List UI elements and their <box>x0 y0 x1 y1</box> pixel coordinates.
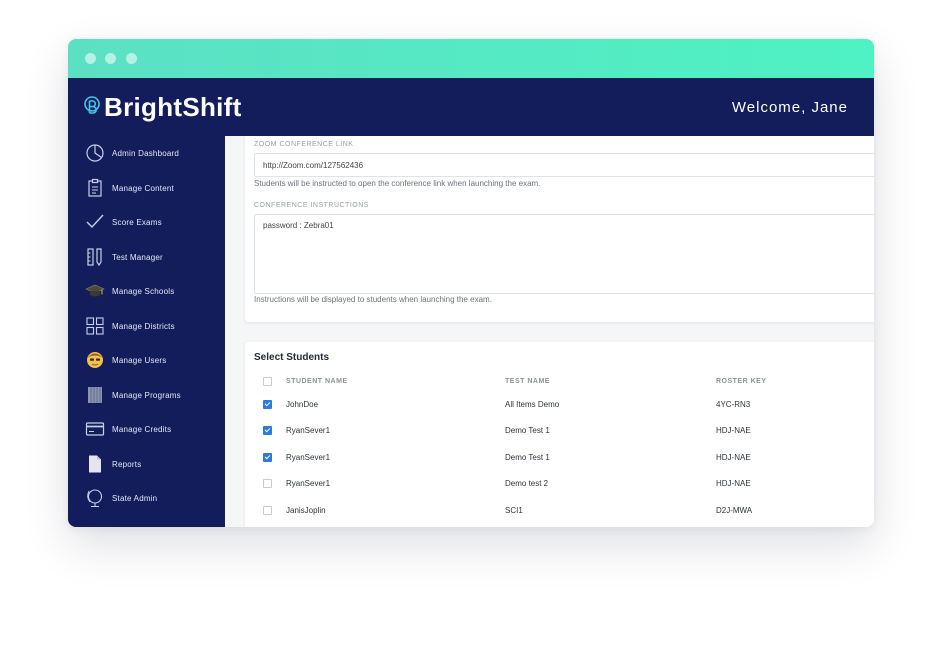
student-name-cell: RyanSever1 <box>286 479 331 488</box>
zoom-link-input[interactable]: http://Zoom.com/127562436 <box>254 153 874 177</box>
window-dot-close[interactable] <box>85 53 96 64</box>
row-checkbox[interactable] <box>263 506 272 515</box>
document-icon <box>89 455 101 473</box>
globe-icon <box>87 489 103 508</box>
conference-instructions-textarea[interactable]: password : Zebra01 <box>254 214 874 294</box>
row-checkbox[interactable] <box>263 479 272 488</box>
sidebar-item-label: Manage Schools <box>112 286 175 296</box>
conference-instructions-help-text: Instructions will be displayed to studen… <box>254 295 492 304</box>
sidebar: Admin Dashboard Manage Content Score Exa… <box>68 136 225 527</box>
student-name-cell: JohnDoe <box>286 400 319 409</box>
sidebar-item-state-admin[interactable]: State Admin <box>68 483 225 513</box>
conference-settings-card: ZOOM CONFERENCE LINK http://Zoom.com/127… <box>245 136 874 322</box>
book-icon <box>88 387 102 403</box>
test-name-cell: Demo test 2 <box>505 479 549 488</box>
app-window: BrightShift Welcome, Jane Admin Dashboar… <box>68 39 874 527</box>
student-name-cell: RyanSever1 <box>286 453 331 462</box>
test-name-cell: Demo Test 1 <box>505 426 550 435</box>
sidebar-item-manage-credits[interactable]: Manage Credits <box>68 414 225 444</box>
test-name-cell: Demo Test 1 <box>505 453 550 462</box>
ruler-pencil-icon <box>87 248 102 267</box>
sidebar-item-label: Test Manager <box>112 252 163 262</box>
sidebar-item-admin-dashboard[interactable]: Admin Dashboard <box>68 138 225 168</box>
row-checkbox[interactable] <box>263 426 272 435</box>
sidebar-item-label: Admin Dashboard <box>112 148 180 158</box>
sidebar-item-label: Manage Credits <box>112 424 172 434</box>
sidebar-item-manage-programs[interactable]: Manage Programs <box>68 380 225 410</box>
row-checkbox[interactable] <box>263 400 272 409</box>
roster-key-cell: HDJ-NAE <box>716 479 751 488</box>
brand-logo-text: BrightShift <box>104 91 242 122</box>
roster-key-cell: 4YC-RN3 <box>716 400 751 409</box>
conference-instructions-value: password : Zebra01 <box>263 221 334 230</box>
app-header: BrightShift Welcome, Jane <box>68 78 874 136</box>
pie-chart-icon <box>86 144 104 162</box>
column-header-roster-key[interactable]: ROSTER KEY <box>716 378 767 385</box>
test-name-cell: SCI1 <box>505 506 523 515</box>
graduation-cap-icon <box>85 284 105 297</box>
sidebar-item-reports[interactable]: Reports <box>68 449 225 479</box>
grid-icon <box>86 317 104 335</box>
welcome-message: Welcome, Jane <box>731 99 848 116</box>
zoom-link-help-text: Students will be instructed to open the … <box>254 179 541 188</box>
sidebar-item-label: Manage Programs <box>112 390 181 400</box>
roster-key-cell: HDJ-NAE <box>716 453 751 462</box>
main-content[interactable]: ZOOM CONFERENCE LINK http://Zoom.com/127… <box>225 136 874 527</box>
column-header-test-name[interactable]: TEST NAME <box>505 378 550 385</box>
sidebar-item-label: Manage Users <box>112 355 167 365</box>
conference-instructions-label: CONFERENCE INSTRUCTIONS <box>254 202 369 209</box>
sidebar-item-label: Score Exams <box>112 217 162 227</box>
sidebar-item-label: Manage Content <box>112 183 174 193</box>
select-all-checkbox[interactable] <box>263 377 272 386</box>
row-checkbox[interactable] <box>263 453 272 462</box>
select-students-card: Select Students STUDENT NAME TEST NAME R… <box>245 342 874 527</box>
sidebar-item-label: Reports <box>112 459 142 469</box>
window-titlebar <box>68 39 874 78</box>
window-dot-maximize[interactable] <box>126 53 137 64</box>
student-name-cell: JanisJoplin <box>286 506 326 515</box>
sidebar-item-manage-content[interactable]: Manage Content <box>68 173 225 203</box>
select-students-title: Select Students <box>254 352 330 363</box>
sidebar-item-label: Manage Districts <box>112 321 175 331</box>
roster-key-cell: HDJ-NAE <box>716 426 751 435</box>
sidebar-item-score-exams[interactable]: Score Exams <box>68 207 225 237</box>
sidebar-item-label: State Admin <box>112 493 158 503</box>
zoom-link-value: http://Zoom.com/127562436 <box>263 161 364 170</box>
student-name-cell: RyanSever1 <box>286 426 331 435</box>
zoom-link-label: ZOOM CONFERENCE LINK <box>254 141 354 148</box>
checkmark-icon <box>86 214 104 229</box>
sidebar-item-test-manager[interactable]: Test Manager <box>68 242 225 272</box>
sidebar-item-manage-districts[interactable]: Manage Districts <box>68 311 225 341</box>
window-dot-minimize[interactable] <box>105 53 116 64</box>
test-name-cell: All Items Demo <box>505 400 560 409</box>
sidebar-item-manage-users[interactable]: Manage Users <box>68 345 225 375</box>
roster-key-cell: D2J-MWA <box>716 506 753 515</box>
user-face-icon <box>87 352 103 368</box>
sidebar-item-manage-schools[interactable]: Manage Schools <box>68 276 225 306</box>
credit-card-icon <box>85 422 105 436</box>
clipboard-icon <box>88 178 102 197</box>
brand-logo[interactable]: BrightShift <box>84 92 242 122</box>
brand-logo-icon <box>84 96 100 114</box>
column-header-student-name[interactable]: STUDENT NAME <box>286 378 348 385</box>
